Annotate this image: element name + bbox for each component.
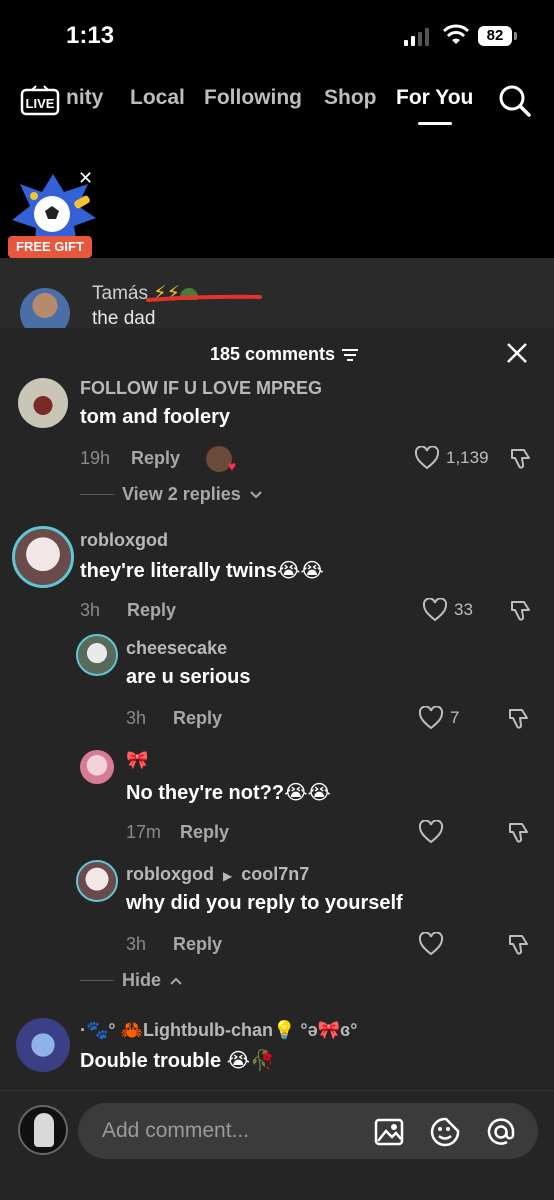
dislike-icon[interactable]: [508, 598, 532, 622]
like-button[interactable]: [418, 932, 450, 956]
live-comment-text: the dad: [92, 308, 156, 328]
red-underline-mark: [146, 294, 262, 302]
chevron-up-icon: [170, 977, 182, 985]
image-icon[interactable]: [374, 1117, 404, 1147]
comment-text: why did you reply to yourself: [126, 892, 403, 914]
wifi-icon: [442, 24, 470, 44]
comments-sheet: 185 comments FOLLOW IF U LOVE MPREG tom …: [0, 328, 554, 1200]
reply-button[interactable]: Reply: [173, 708, 222, 729]
divider: [80, 494, 114, 495]
comment-composer: Add comment...: [0, 1090, 554, 1200]
comment-text: Double trouble 😭🥀: [80, 1050, 275, 1072]
avatar[interactable]: [80, 750, 114, 784]
comment-username[interactable]: robloxgod: [80, 530, 168, 551]
live-comment-strip: Tamás ⚡⚡ the dad: [0, 258, 554, 328]
reply-button[interactable]: Reply: [127, 600, 176, 621]
free-gift-badge[interactable]: FREE GIFT: [8, 236, 92, 258]
status-bar: 1:13 82: [0, 0, 554, 70]
heart-icon: [414, 446, 440, 470]
top-nav: LIVE nity Local Following Shop For You: [0, 76, 554, 126]
avatar[interactable]: [18, 378, 68, 428]
creator-liked-avatar: ♥: [206, 446, 236, 474]
comment-username[interactable]: 🎀: [126, 750, 148, 771]
comment-count[interactable]: 185 comments: [210, 344, 359, 365]
comment-age: 19h: [80, 448, 111, 468]
tab-following[interactable]: Following: [204, 86, 302, 110]
heart-icon: [418, 820, 444, 844]
tab-shop[interactable]: Shop: [324, 86, 377, 110]
like-button[interactable]: 1,139: [414, 446, 489, 470]
comment-text: tom and foolery: [80, 406, 231, 428]
comment-text: are u serious: [126, 666, 251, 688]
like-count: 1,139: [446, 448, 489, 467]
replied-to-username[interactable]: cool7n7: [241, 864, 309, 884]
tab-local[interactable]: Local: [130, 86, 185, 110]
comments-header: 185 comments: [0, 328, 554, 380]
comment-input-placeholder: Add comment...: [102, 1119, 250, 1142]
reply-button[interactable]: Reply: [173, 934, 222, 955]
dislike-icon[interactable]: [506, 932, 530, 956]
svg-text:LIVE: LIVE: [26, 96, 55, 111]
like-button[interactable]: 7: [418, 706, 459, 730]
battery-tip: [514, 32, 517, 40]
my-avatar[interactable]: [18, 1105, 68, 1155]
reply-button[interactable]: Reply: [131, 448, 180, 469]
reply-header: robloxgod ▶ cool7n7: [126, 864, 309, 885]
avatar[interactable]: [20, 288, 70, 328]
heart-icon: [418, 932, 444, 956]
avatar[interactable]: [76, 860, 118, 902]
tab-for-you[interactable]: For You: [396, 86, 473, 110]
heart-icon: [422, 598, 448, 622]
like-count: 33: [454, 600, 473, 619]
clock: 1:13: [66, 22, 115, 49]
comment-age: 3h: [126, 708, 147, 728]
close-gift-icon[interactable]: ✕: [78, 168, 93, 189]
comment-age: 3h: [126, 934, 147, 954]
avatar[interactable]: [12, 526, 74, 588]
hide-replies-button[interactable]: Hide: [80, 970, 183, 991]
live-icon[interactable]: LIVE: [20, 84, 60, 116]
reply-button[interactable]: Reply: [180, 822, 229, 843]
comment-age: 3h: [80, 600, 101, 620]
comments-list[interactable]: FOLLOW IF U LOVE MPREG tom and foolery 1…: [0, 378, 554, 1090]
avatar-figure: [34, 1113, 54, 1147]
active-tab-indicator: [418, 122, 452, 125]
comment-username[interactable]: robloxgod: [126, 864, 214, 884]
comment-input[interactable]: Add comment...: [78, 1103, 538, 1159]
avatar[interactable]: [16, 1018, 70, 1072]
dislike-icon[interactable]: [506, 820, 530, 844]
divider: [80, 980, 114, 981]
tab-community[interactable]: nity: [66, 86, 103, 110]
comment-username[interactable]: FOLLOW IF U LOVE MPREG: [80, 378, 322, 399]
battery-indicator: 82: [478, 26, 512, 46]
reply-arrow-icon: ▶: [223, 869, 233, 883]
heart-badge-icon: ♥: [227, 458, 236, 474]
cellular-signal-icon: [404, 28, 429, 46]
close-icon[interactable]: [506, 342, 528, 364]
dislike-icon[interactable]: [508, 446, 532, 470]
dislike-icon[interactable]: [506, 706, 530, 730]
comment-username[interactable]: ·🐾° 🦀Lightbulb-chan💡 °ə🎀ɞ°: [80, 1020, 357, 1041]
search-icon[interactable]: [498, 84, 532, 118]
comment-text: they're literally twins😭😭: [80, 560, 324, 582]
view-replies-button[interactable]: View 2 replies: [80, 484, 263, 505]
comment-age: 17m: [126, 822, 162, 842]
sticker-icon[interactable]: [430, 1117, 460, 1147]
avatar[interactable]: [76, 634, 118, 676]
like-count: 7: [450, 708, 460, 727]
sort-icon[interactable]: [341, 348, 359, 362]
mention-icon[interactable]: [486, 1117, 516, 1147]
heart-icon: [418, 706, 444, 730]
like-button[interactable]: [418, 820, 450, 844]
comment-text: No they're not??😭😭: [126, 782, 331, 804]
chevron-down-icon: [250, 490, 262, 498]
like-button[interactable]: 33: [422, 598, 473, 622]
comment-username[interactable]: cheesecake: [126, 638, 227, 659]
